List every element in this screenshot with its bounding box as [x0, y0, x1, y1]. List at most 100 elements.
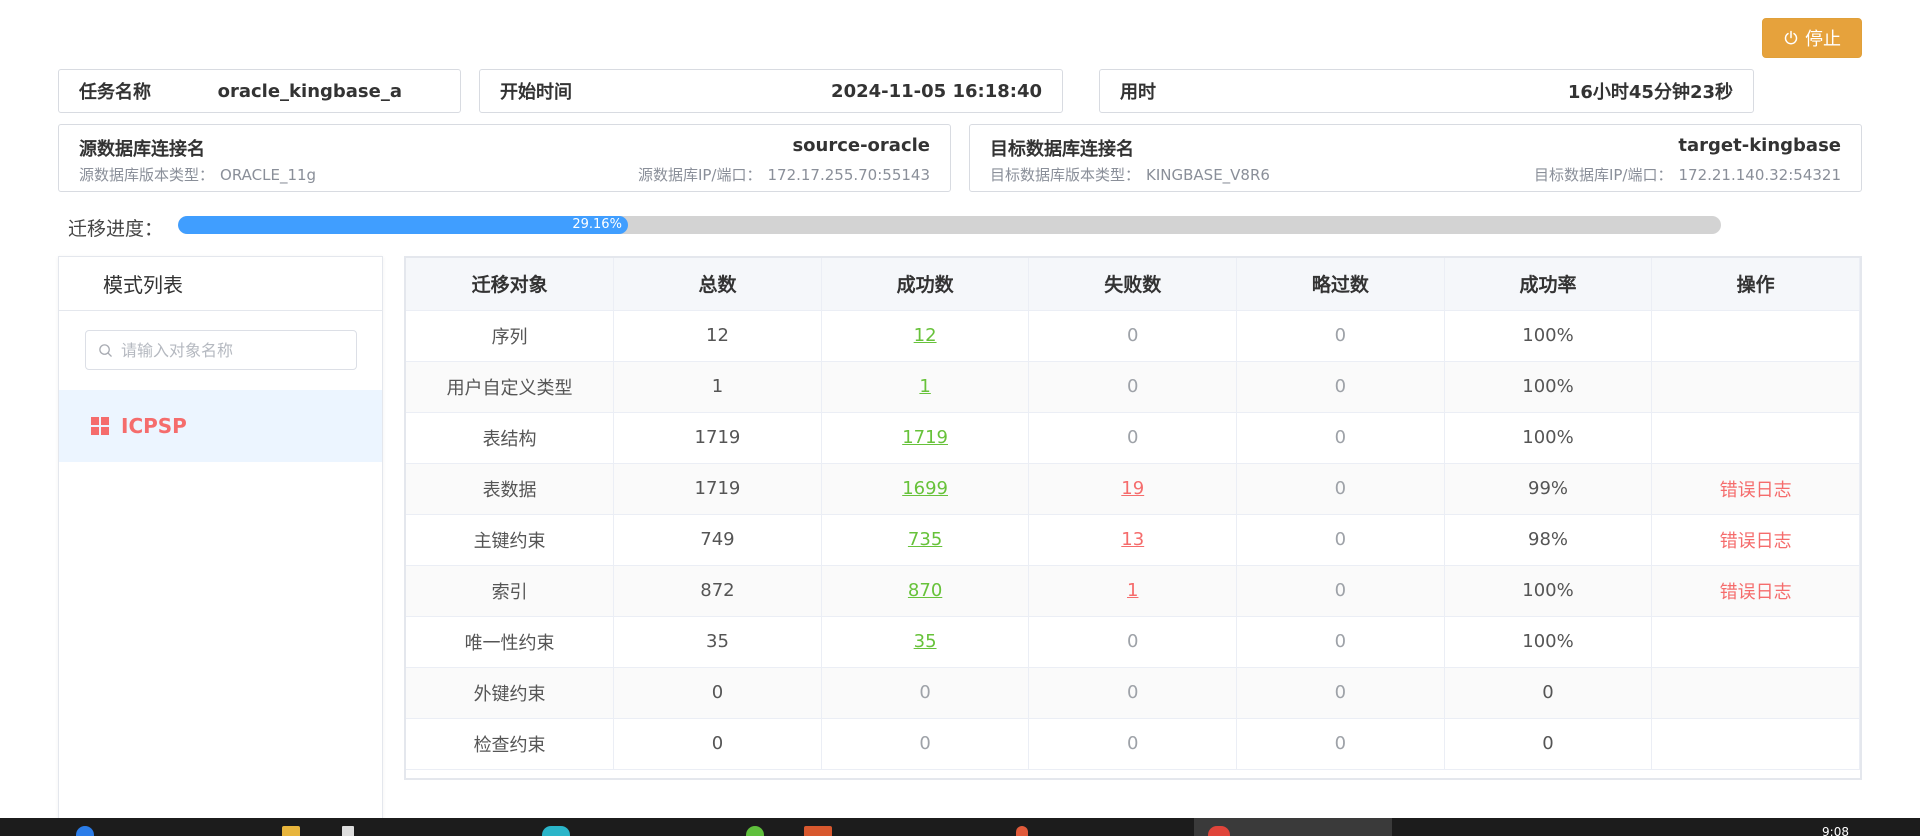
schema-search-box[interactable] [85, 330, 357, 370]
column-header-action: 操作 [1651, 258, 1860, 311]
cell-success: 0 [821, 667, 1030, 719]
cell-skipped: 0 [1236, 565, 1445, 617]
target-addr-label: 目标数据库IP/端口： [1533, 166, 1673, 184]
schema-item-icpsp[interactable]: ICPSP [59, 390, 382, 462]
cell-action [1651, 667, 1860, 719]
target-connection-name: target-kingbase [1678, 135, 1841, 156]
cell-rate: 99% [1444, 463, 1653, 515]
success-count-link[interactable]: 12 [914, 325, 937, 346]
table-row: 表结构 1719 1719 0 0 100% [406, 412, 1860, 464]
column-header-total: 总数 [613, 258, 822, 311]
cell-object: 检查约束 [406, 718, 615, 770]
cell-failed: 0 [1028, 667, 1238, 719]
cell-success: 1 [821, 361, 1030, 413]
cell-total: 12 [613, 310, 822, 362]
cell-action [1651, 361, 1860, 413]
error-log-link[interactable]: 错误日志 [1720, 480, 1792, 501]
error-log-link[interactable]: 错误日志 [1720, 582, 1792, 603]
cell-skipped: 0 [1236, 667, 1445, 719]
schema-list-title: 模式列表 [59, 257, 382, 311]
cell-skipped: 0 [1236, 361, 1445, 413]
success-count-link[interactable]: 1 [919, 376, 930, 397]
progress-bar-fill: 29.16% [178, 216, 628, 234]
cell-failed: 0 [1028, 361, 1238, 413]
app-icon-orange[interactable] [804, 826, 832, 836]
schema-item-label: ICPSP [121, 414, 187, 438]
folder-icon[interactable] [282, 826, 300, 836]
cell-success: 0 [821, 718, 1030, 770]
cell-total: 1719 [613, 463, 822, 515]
cell-rate: 100% [1444, 310, 1653, 362]
stop-button[interactable]: 停止 [1762, 18, 1862, 58]
cell-rate: 100% [1444, 412, 1653, 464]
task-name-label: 任务名称 [79, 82, 151, 103]
grid-icon [91, 417, 109, 435]
cell-success: 1719 [821, 412, 1030, 464]
cell-success: 1699 [821, 463, 1030, 515]
column-header-skipped: 略过数 [1236, 258, 1445, 311]
schema-search-input[interactable] [121, 340, 341, 360]
cell-object: 主键约束 [406, 514, 615, 566]
table-row: 外键约束 0 0 0 0 0 [406, 667, 1860, 719]
failed-count-link[interactable]: 19 [1121, 478, 1144, 499]
cell-failed: 0 [1028, 412, 1238, 464]
cell-rate: 100% [1444, 616, 1653, 668]
cell-rate: 100% [1444, 565, 1653, 617]
success-count-link[interactable]: 735 [908, 529, 942, 550]
cell-object: 用户自定义类型 [406, 361, 615, 413]
table-row: 索引 872 870 1 0 100% 错误日志 [406, 565, 1860, 617]
start-time-value: 2024-11-05 16:18:40 [831, 80, 1042, 102]
cell-object: 表数据 [406, 463, 615, 515]
error-log-link[interactable]: 错误日志 [1720, 531, 1792, 552]
elapsed-value: 16小时45分钟23秒 [1567, 82, 1733, 103]
target-connection-title: 目标数据库连接名 [990, 139, 1134, 160]
failed-count-link[interactable]: 13 [1121, 529, 1144, 550]
app-icon-red-small[interactable] [1016, 826, 1028, 836]
task-name-value: oracle_kingbase_a [217, 80, 402, 102]
search-icon [99, 343, 112, 357]
cell-skipped: 0 [1236, 616, 1445, 668]
cell-failed: 1 [1028, 565, 1238, 617]
target-addr-value: 172.21.140.32:54321 [1678, 166, 1841, 184]
app-icon-red[interactable] [1208, 826, 1230, 836]
cell-skipped: 0 [1236, 310, 1445, 362]
cell-skipped: 0 [1236, 514, 1445, 566]
source-connection-name: source-oracle [792, 135, 930, 156]
table-row: 序列 12 12 0 0 100% [406, 310, 1860, 362]
table-row: 表数据 1719 1699 19 0 99% 错误日志 [406, 463, 1860, 515]
start-time-card: 开始时间 2024-11-05 16:18:40 [479, 69, 1063, 113]
cell-failed: 19 [1028, 463, 1238, 515]
elapsed-card: 用时 16小时45分钟23秒 [1099, 69, 1754, 113]
success-count-link[interactable]: 1719 [902, 427, 948, 448]
cell-total: 1 [613, 361, 822, 413]
column-header-object: 迁移对象 [406, 258, 615, 311]
cell-failed: 0 [1028, 718, 1238, 770]
cell-object: 索引 [406, 565, 615, 617]
cell-total: 0 [613, 667, 822, 719]
cell-action: 错误日志 [1651, 565, 1860, 617]
migration-stats-table: 迁移对象 总数 成功数 失败数 略过数 成功率 操作 序列 12 12 0 0 100% 用… [404, 256, 1862, 780]
column-header-rate: 成功率 [1444, 258, 1653, 311]
cell-failed: 0 [1028, 310, 1238, 362]
success-count-link[interactable]: 35 [914, 631, 937, 652]
cell-total: 872 [613, 565, 822, 617]
success-count-link[interactable]: 870 [908, 580, 942, 601]
cell-success: 12 [821, 310, 1030, 362]
cell-action: 错误日志 [1651, 514, 1860, 566]
progress-label: 迁移进度： [68, 218, 164, 240]
cell-success: 870 [821, 565, 1030, 617]
table-row: 用户自定义类型 1 1 0 0 100% [406, 361, 1860, 413]
table-body: 序列 12 12 0 0 100% 用户自定义类型 1 1 0 0 100% 表结构 1719 1719 0 0… [406, 310, 1860, 770]
target-connection-card: 目标数据库连接名 target-kingbase 目标数据库版本类型： KINGB… [969, 124, 1862, 192]
app-icon-teal[interactable] [542, 826, 570, 836]
cell-failed: 0 [1028, 616, 1238, 668]
document-icon[interactable] [342, 826, 354, 836]
cell-rate: 0 [1444, 667, 1653, 719]
cell-total: 0 [613, 718, 822, 770]
success-count-link[interactable]: 1699 [902, 478, 948, 499]
source-version-label: 源数据库版本类型： [79, 166, 215, 184]
failed-count-link[interactable]: 1 [1127, 580, 1138, 601]
cell-action: 错误日志 [1651, 463, 1860, 515]
progress-bar: 29.16% [178, 216, 1721, 234]
schema-sidebar: 模式列表 ICPSP [58, 256, 383, 836]
